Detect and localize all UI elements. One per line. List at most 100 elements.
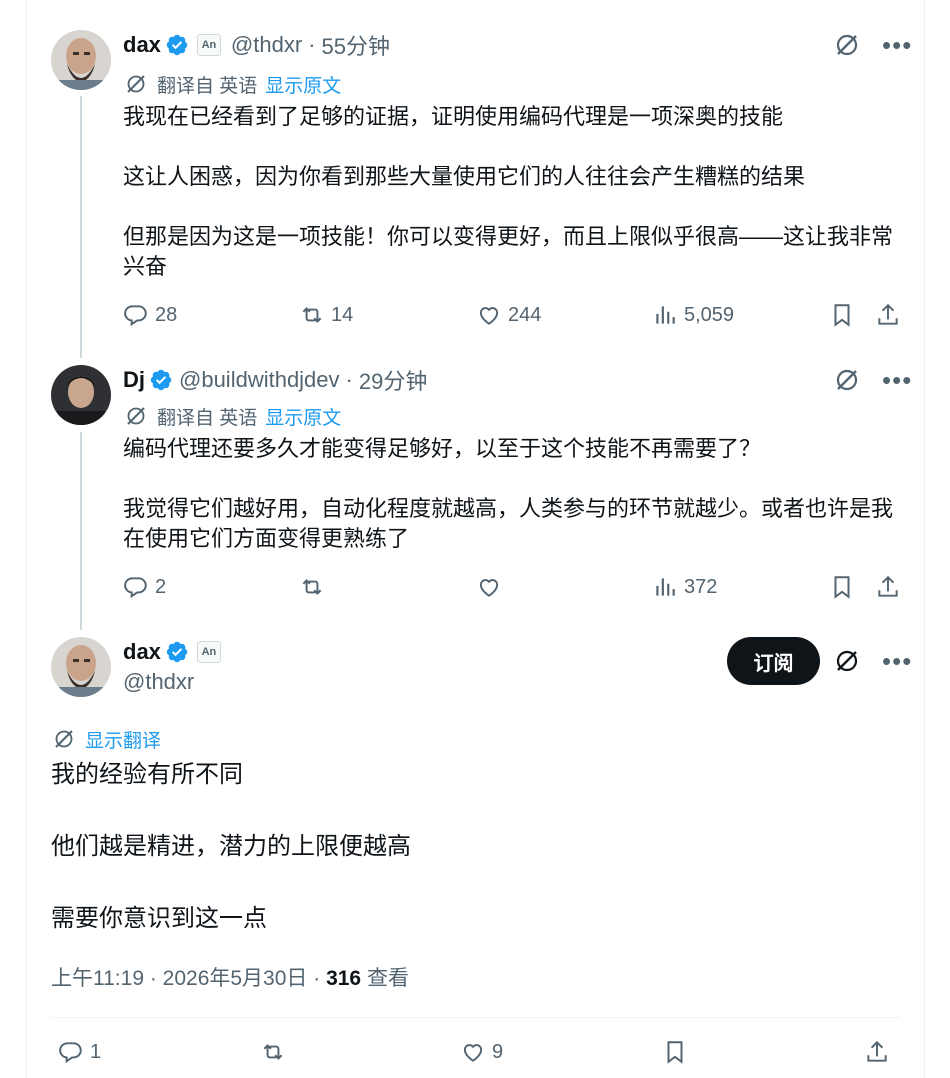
bookmark-button[interactable] — [829, 572, 855, 602]
retweet-icon — [302, 579, 322, 595]
grok-icon[interactable] — [834, 648, 860, 674]
views-count: 316 — [326, 967, 362, 990]
views-button[interactable]: 5,059 — [652, 300, 734, 330]
thread-line — [80, 96, 82, 358]
grok-icon[interactable] — [834, 32, 860, 58]
reply-button[interactable]: 2 — [123, 572, 166, 602]
reply-icon — [59, 1042, 82, 1064]
tweet-header: dax An @thdxr · 55分钟 — [123, 30, 390, 60]
share-button[interactable] — [864, 1037, 890, 1067]
retweet-button[interactable]: 14 — [299, 300, 353, 330]
share-button[interactable] — [875, 300, 901, 330]
more-options-icon[interactable]: ••• — [882, 648, 912, 674]
avatar[interactable] — [51, 637, 111, 697]
tweet-actions: 2 372 — [123, 572, 903, 602]
reply-button[interactable]: 28 — [123, 300, 177, 330]
grok-icon[interactable] — [834, 367, 860, 393]
tweet-paragraph: 我觉得它们越好用，自动化程度就越高，人类参与的环节就越少。或者也许是我在使用它们… — [123, 496, 894, 551]
like-button[interactable]: 9 — [460, 1037, 503, 1067]
heart-icon — [463, 1044, 483, 1062]
bookmark-button[interactable] — [662, 1037, 688, 1067]
tweet-header: dax An — [123, 637, 221, 667]
separator-dot: · — [308, 32, 316, 57]
tweet-top-actions: ••• — [834, 32, 912, 58]
tweet-top-actions: ••• — [834, 648, 912, 674]
subscribe-button[interactable]: 订阅 — [727, 637, 820, 685]
tweet-actions: 1 9 — [58, 1037, 898, 1067]
affiliate-badge: An — [196, 641, 221, 663]
tweet-actions: 28 14 244 5,059 — [123, 300, 903, 330]
author-handle[interactable]: @buildwithdjdev — [179, 367, 340, 393]
translation-notice: 翻译自 英语 显示原文 — [125, 71, 341, 97]
retweet-count: 14 — [331, 303, 354, 326]
heart-icon — [479, 579, 499, 597]
tweet-meta: 上午11:19 · 2026年5月30日 · 316 查看 — [51, 962, 409, 992]
reply-button[interactable]: 1 — [58, 1037, 101, 1067]
view-count: 5,059 — [684, 303, 735, 326]
translation-notice: 显示翻译 — [53, 726, 161, 752]
retweet-icon — [263, 1044, 283, 1060]
tweet-text: 编码代理还要多久才能变得足够好，以至于这个技能不再需要了？ 我觉得它们越好用，自… — [123, 434, 903, 554]
author-handle[interactable]: @thdxr — [231, 32, 302, 58]
tweet-paragraph: 我的经验有所不同 — [51, 761, 243, 788]
translate-icon — [127, 75, 145, 93]
retweet-button[interactable] — [260, 1037, 286, 1067]
retweet-button[interactable] — [299, 572, 325, 602]
tweet-paragraph: 我现在已经看到了足够的证据，证明使用编码代理是一项深奥的技能 — [123, 104, 784, 129]
like-count: 9 — [492, 1040, 504, 1063]
tweet-time[interactable]: 55分钟 — [322, 29, 390, 61]
tweet-paragraph: 他们越是精进，潜力的上限便越高 — [51, 833, 411, 860]
tweet-header: Dj @buildwithdjdev · 29分钟 — [123, 365, 427, 395]
author-name[interactable]: Dj — [123, 367, 145, 393]
tweet-paragraph: 但那是因为这是一项技能！你可以变得更好，而且上限似乎很高——这让我非常兴奋 — [123, 224, 894, 279]
tweet-text: 我现在已经看到了足够的证据，证明使用编码代理是一项深奥的技能 这让人困惑，因为你… — [123, 102, 903, 282]
translated-from: 翻译自 英语 — [157, 407, 258, 429]
tweet-top-actions: ••• — [834, 367, 912, 393]
divider — [51, 1017, 900, 1018]
verified-badge-icon[interactable] — [149, 368, 173, 392]
share-icon — [878, 303, 898, 325]
tweet-paragraph: 需要你意识到这一点 — [51, 905, 267, 932]
retweet-icon — [302, 307, 322, 323]
view-count: 372 — [684, 575, 718, 598]
like-count: 244 — [508, 303, 542, 326]
heart-icon — [479, 307, 499, 325]
verified-badge-icon[interactable] — [165, 640, 189, 664]
views-button[interactable]: 372 — [652, 572, 717, 602]
show-original-link[interactable]: 显示原文 — [265, 71, 341, 98]
author-handle[interactable]: @thdxr — [123, 667, 194, 697]
verified-badge-icon[interactable] — [165, 33, 189, 57]
tweet-time[interactable]: 29分钟 — [359, 364, 427, 396]
reply-icon — [124, 577, 147, 599]
tweet-paragraph: 编码代理还要多久才能变得足够好，以至于这个技能不再需要了？ — [123, 436, 762, 461]
translated-from: 翻译自 英语 — [157, 75, 258, 97]
translate-icon — [127, 407, 145, 425]
avatar[interactable] — [51, 365, 111, 425]
views-label: 查看 — [361, 967, 409, 990]
more-options-icon[interactable]: ••• — [882, 367, 912, 393]
like-button[interactable] — [476, 572, 502, 602]
show-translation-link[interactable]: 显示翻译 — [85, 726, 161, 753]
show-original-link[interactable]: 显示原文 — [265, 403, 341, 430]
thread-line — [80, 432, 82, 630]
like-button[interactable]: 244 — [476, 300, 541, 330]
bookmark-icon — [667, 1041, 683, 1064]
reply-count: 1 — [90, 1040, 102, 1063]
affiliate-badge: An — [196, 34, 221, 56]
reply-count: 2 — [155, 575, 167, 598]
bookmark-button[interactable] — [829, 300, 855, 330]
column-border-right — [924, 0, 925, 1078]
share-button[interactable] — [875, 572, 901, 602]
separator-dot: · — [345, 367, 353, 392]
author-name[interactable]: dax — [123, 639, 161, 665]
more-options-icon[interactable]: ••• — [882, 32, 912, 58]
translate-icon — [55, 730, 73, 748]
bookmark-icon — [834, 304, 850, 327]
avatar[interactable] — [51, 30, 111, 90]
translation-notice: 翻译自 英语 显示原文 — [125, 403, 341, 429]
tweet-timestamp[interactable]: 上午11:19 · 2026年5月30日 · — [51, 967, 326, 990]
analytics-icon — [656, 578, 675, 596]
tweet-paragraph: 这让人困惑，因为你看到那些大量使用它们的人往往会产生糟糕的结果 — [123, 164, 806, 189]
author-name[interactable]: dax — [123, 32, 161, 58]
share-icon — [878, 575, 898, 597]
